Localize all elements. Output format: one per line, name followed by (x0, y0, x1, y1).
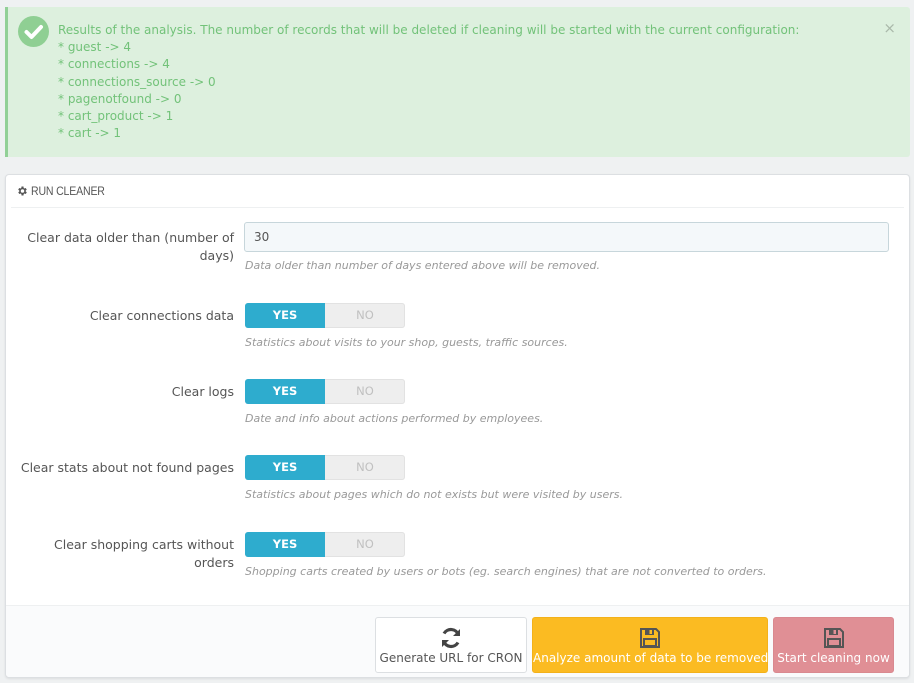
button-label: Generate URL for CRON (379, 651, 523, 665)
switch-label: Clear logs (171, 384, 234, 399)
yes-option[interactable]: YES (245, 532, 325, 557)
panel-footer: Generate URL for CRON Analyze amount of … (6, 605, 909, 677)
switch-label: Clear stats about not found pages (20, 460, 234, 475)
yes-option[interactable]: YES (245, 455, 325, 480)
panel-heading: RUN CLEANER (11, 175, 904, 208)
connections-toggle[interactable]: YES NO (245, 303, 405, 328)
switch-help-text: Statistics about pages which do not exis… (245, 488, 624, 501)
gear-icon (16, 185, 28, 200)
alert-heading: Results of the analysis. The number of r… (58, 23, 800, 37)
result-item: * connections -> 4 (58, 57, 170, 72)
result-item: * connections_source -> 0 (58, 74, 216, 89)
no-option[interactable]: NO (325, 303, 405, 328)
switch-help-text: Shopping carts created by users or bots … (245, 565, 767, 578)
button-label: Analyze amount of data to be removed (533, 651, 769, 665)
no-option[interactable]: NO (325, 379, 405, 404)
check-circle-icon (18, 16, 49, 47)
no-option[interactable]: NO (325, 455, 405, 480)
days-help-text: Data older than number of days entered a… (245, 259, 601, 272)
close-icon[interactable]: × (883, 21, 896, 36)
result-item: * cart -> 1 (58, 126, 122, 141)
days-field-label: Clear data older than (number of days) (27, 230, 234, 263)
result-item: * cart_product -> 1 (58, 109, 174, 124)
switch-help-text: Statistics about visits to your shop, gu… (245, 336, 568, 349)
switch-label: Clear connections data (89, 308, 234, 323)
switch-label: Clear shopping carts without orders (54, 537, 234, 570)
run-cleaner-panel: RUN CLEANER Clear data older than (numbe… (5, 174, 910, 678)
result-item: * guest -> 4 (58, 40, 132, 55)
panel-title: RUN CLEANER (31, 184, 105, 198)
alert-message: Results of the analysis. The number of r… (58, 22, 799, 142)
pagenotfound-toggle[interactable]: YES NO (245, 455, 405, 480)
analyze-data-button[interactable]: Analyze amount of data to be removed (532, 617, 768, 673)
no-option[interactable]: NO (325, 532, 405, 557)
button-label: Start cleaning now (777, 651, 890, 665)
start-cleaning-button[interactable]: Start cleaning now (773, 617, 894, 673)
yes-option[interactable]: YES (245, 379, 325, 404)
result-item: * pagenotfound -> 0 (58, 91, 182, 106)
logs-toggle[interactable]: YES NO (245, 379, 405, 404)
switch-help-text: Date and info about actions performed by… (245, 412, 544, 425)
days-input[interactable]: 30 (244, 222, 889, 252)
generate-cron-url-button[interactable]: Generate URL for CRON (375, 617, 527, 673)
success-alert: Results of the analysis. The number of r… (5, 7, 910, 157)
carts-toggle[interactable]: YES NO (245, 532, 405, 557)
yes-option[interactable]: YES (245, 303, 325, 328)
